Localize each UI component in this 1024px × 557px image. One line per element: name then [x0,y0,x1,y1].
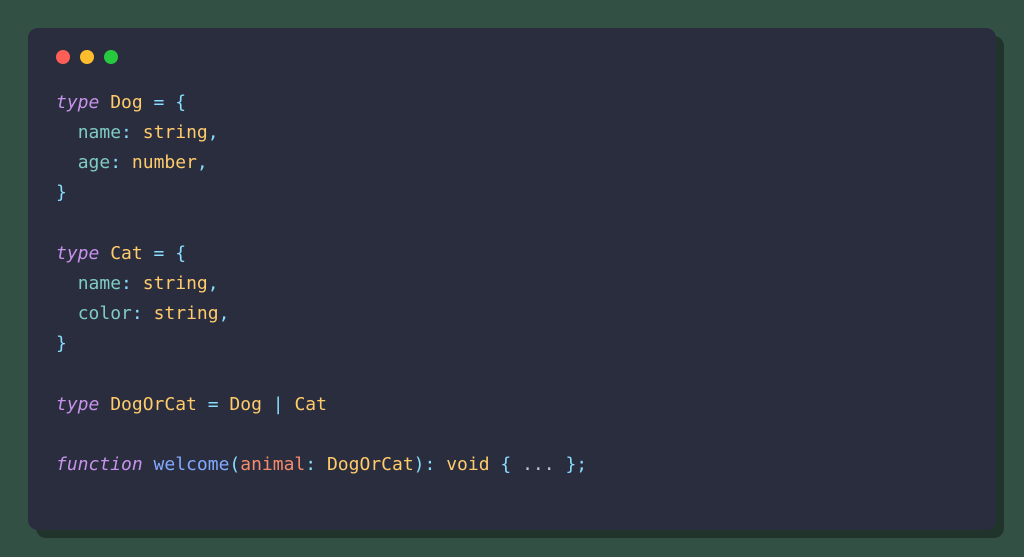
code-token: , [208,122,219,143]
code-token: : [132,303,154,324]
maximize-icon[interactable] [104,50,118,64]
code-token: : [305,454,327,475]
code-token: = [197,394,230,415]
code-token: string [154,303,219,324]
code-token: } [56,182,67,203]
code-token: , [219,303,230,324]
code-token: animal [240,454,305,475]
code-token: ( [229,454,240,475]
code-token: age [78,152,111,173]
code-token: function [56,454,154,475]
code-token: ; [576,454,587,475]
code-token: , [197,152,208,173]
code-token: welcome [154,454,230,475]
code-token: } [565,454,576,475]
code-token: : [110,152,132,173]
code-token: Dog [229,394,262,415]
code-token: number [132,152,197,173]
code-token [56,122,78,143]
code-token: type [56,243,110,264]
code-token: Dog [110,92,143,113]
code-token: } [56,333,67,354]
code-token: string [143,273,208,294]
code-token [56,273,78,294]
code-token: Cat [110,243,143,264]
code-token: ) [414,454,425,475]
code-token: name [78,122,121,143]
code-token [56,152,78,173]
code-block: type Dog = { name: string, age: number, … [56,88,968,481]
code-token: : [425,454,447,475]
code-token: | [262,394,295,415]
code-token: = { [143,92,186,113]
code-token: string [143,122,208,143]
code-token [490,454,501,475]
code-token: : [121,273,143,294]
code-token: DogOrCat [110,394,197,415]
code-token [56,303,78,324]
code-token: color [78,303,132,324]
code-token: type [56,394,110,415]
code-token: Cat [294,394,327,415]
code-token: ... [511,454,565,475]
code-token: = { [143,243,186,264]
minimize-icon[interactable] [80,50,94,64]
code-token: name [78,273,121,294]
code-token: , [208,273,219,294]
code-token: { [500,454,511,475]
close-icon[interactable] [56,50,70,64]
code-token: type [56,92,110,113]
code-token: : [121,122,143,143]
code-window: type Dog = { name: string, age: number, … [28,28,996,530]
code-token: DogOrCat [327,454,414,475]
code-token: void [446,454,489,475]
window-traffic-lights [56,50,968,64]
